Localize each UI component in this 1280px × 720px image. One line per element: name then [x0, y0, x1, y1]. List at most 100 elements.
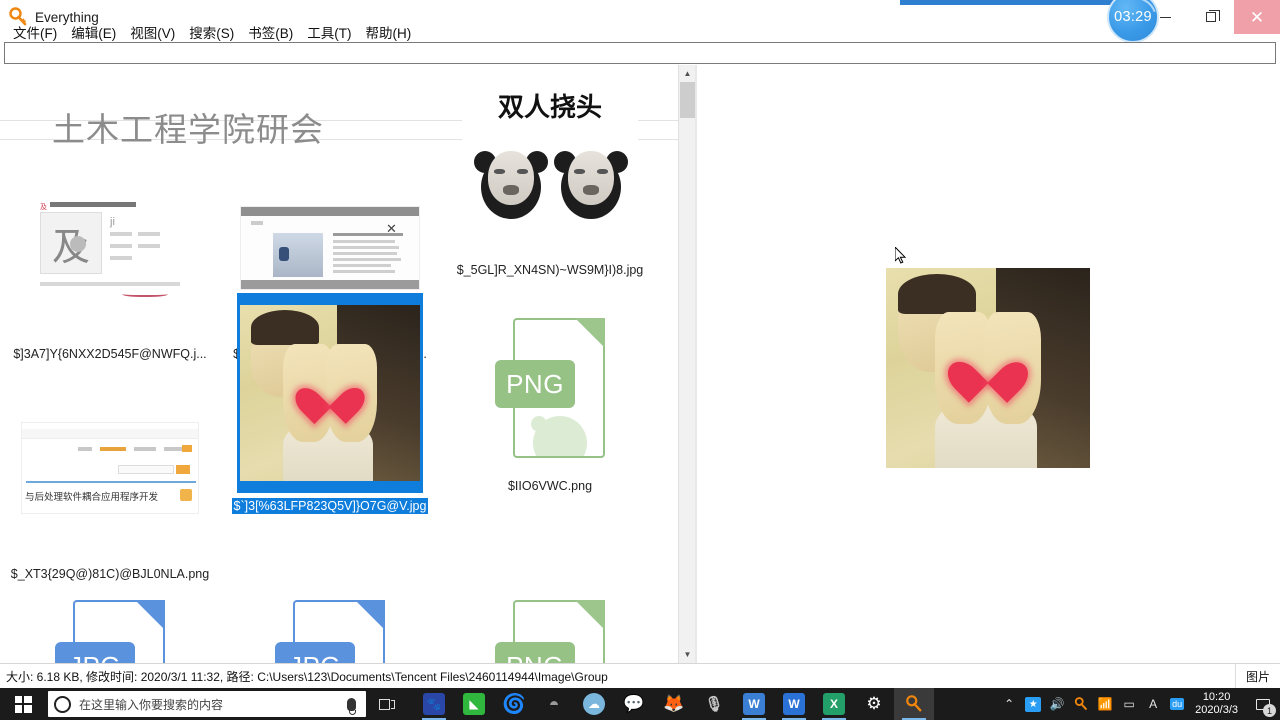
- baidu-ime-icon[interactable]: du: [1165, 688, 1189, 720]
- panda-face-right: [554, 145, 628, 225]
- file-name[interactable]: $_5GL]R_XN4SN)~WS9M}I)8.jpg: [455, 262, 646, 278]
- file-name[interactable]: $IIO6VWC.png: [506, 478, 594, 494]
- taskbar-search-placeholder: 在这里输入你要搜索的内容: [79, 697, 224, 712]
- list-item[interactable]: JPG: [0, 585, 220, 663]
- thumbnail[interactable]: 及 及 ji: [17, 155, 203, 341]
- close-button[interactable]: ✕: [1234, 0, 1280, 34]
- start-button[interactable]: [0, 688, 46, 720]
- magnifier-key-icon: [903, 693, 925, 715]
- thumbnail[interactable]: [237, 293, 423, 493]
- menu-tools[interactable]: 工具(T): [300, 20, 358, 44]
- thumbnail[interactable]: PNG: [457, 303, 643, 473]
- network-icon[interactable]: 📶: [1093, 688, 1117, 720]
- microphone-icon[interactable]: [347, 697, 356, 715]
- cloud-icon: ☁: [583, 693, 605, 715]
- task-view-button[interactable]: [366, 688, 408, 720]
- thumbnail[interactable]: PNG: [457, 585, 643, 663]
- webpage-screenshot: ✕: [240, 206, 420, 290]
- menu-bookmarks[interactable]: 书签(B): [241, 20, 300, 44]
- notification-count: 1: [1263, 704, 1276, 717]
- taskbar-app-wps-spreadsheet[interactable]: X: [814, 688, 854, 720]
- taskbar-app-green[interactable]: ◣: [454, 688, 494, 720]
- taskbar-app-baidu-netdisk[interactable]: 🐾: [414, 688, 454, 720]
- thumbnail[interactable]: JPG: [17, 585, 203, 663]
- list-item[interactable]: 及 及 ji: [0, 155, 220, 367]
- taskbar-app-everything[interactable]: [894, 688, 934, 720]
- list-item[interactable]: 与后处理软件耦合应用程序开发 $_XT3{29Q@)81C)@BJL0NLA.p…: [0, 375, 220, 587]
- cortana-icon: [54, 695, 71, 713]
- list-item[interactable]: PNG $IIO6VWC.png: [440, 303, 660, 499]
- blue-accent-strip: [900, 0, 1118, 5]
- taskbar-clock[interactable]: 10:20 2020/3/3: [1189, 691, 1248, 717]
- list-item[interactable]: PNG: [440, 585, 660, 663]
- taskbar-app-sphere[interactable]: ◓: [534, 688, 574, 720]
- thumbnail[interactable]: 与后处理软件耦合应用程序开发: [17, 375, 203, 561]
- battery-icon[interactable]: ▭: [1117, 688, 1141, 720]
- filetype-badge: PNG: [495, 360, 575, 408]
- taskbar-app-icons: 🐾 ◣ 🌀 ◓ ☁ 💬 🦊 🎙 W W X ⚙: [414, 688, 934, 720]
- menu-file[interactable]: 文件(F): [6, 20, 64, 44]
- results-scrollbar[interactable]: ▲ ▼: [678, 65, 696, 663]
- everything-window: Everything 03:29 ✕ 文件(F) 编辑(E) 视图(V) 搜索(…: [0, 0, 1280, 720]
- png-file-icon: PNG: [495, 600, 605, 663]
- preview-image: [886, 268, 1090, 468]
- show-hidden-icons-button[interactable]: ⌃: [997, 688, 1021, 720]
- scroll-down-arrow-icon[interactable]: ▼: [679, 646, 696, 663]
- blue-star-icon[interactable]: ★: [1021, 688, 1045, 720]
- panda-face-left: [474, 145, 548, 225]
- taskbar-app-settings[interactable]: ⚙: [854, 688, 894, 720]
- maximize-button[interactable]: [1188, 0, 1234, 34]
- file-name[interactable]: $_XT3{29Q@)81C)@BJL0NLA.png: [9, 566, 211, 582]
- menu-bar: 文件(F) 编辑(E) 视图(V) 搜索(S) 书签(B) 工具(T) 帮助(H…: [0, 20, 418, 44]
- menu-edit[interactable]: 编辑(E): [64, 20, 123, 44]
- scroll-up-arrow-icon[interactable]: ▲: [679, 65, 696, 82]
- windows-logo-icon: [14, 695, 32, 713]
- volume-icon[interactable]: 🔊: [1045, 688, 1069, 720]
- taskbar-app-wechat[interactable]: 💬: [614, 688, 654, 720]
- thumbnail[interactable]: 双人挠头: [457, 79, 643, 257]
- menu-view[interactable]: 视图(V): [123, 20, 182, 44]
- mouse-cursor-icon: [894, 245, 907, 265]
- content-area: 土木工程学院研会 及 及 ji: [0, 65, 1280, 663]
- results-pane[interactable]: 土木工程学院研会 及 及 ji: [0, 65, 678, 663]
- taskbar-app-microphone[interactable]: 🎙: [694, 688, 734, 720]
- taskbar-app-wps-writer[interactable]: W: [734, 688, 774, 720]
- menu-help[interactable]: 帮助(H): [359, 20, 419, 44]
- taskbar-app-firefox[interactable]: 🦊: [654, 688, 694, 720]
- file-name[interactable]: $]3A7]Y{6NXX2D545F@NWFQ.j...: [11, 346, 208, 362]
- sphere-icon: ◓: [548, 693, 560, 714]
- dictionary-screenshot: 及 及 ji: [22, 198, 198, 298]
- meme-image: 双人挠头: [462, 83, 638, 253]
- sogou-icon: 🌀: [502, 694, 526, 715]
- file-name[interactable]: $`]3[%63LFP823Q5V]}O7G@V.jpg: [231, 498, 429, 514]
- microphone-app-icon: 🎙: [704, 696, 724, 713]
- thumbnail[interactable]: JPG: [237, 585, 423, 663]
- heart-photo-thumbnail: [240, 305, 420, 481]
- gear-icon: ⚙: [866, 694, 882, 713]
- list-item[interactable]: $`]3[%63LFP823Q5V]}O7G@V.jpg: [220, 293, 440, 519]
- taskbar-app-cloud[interactable]: ☁: [574, 688, 614, 720]
- task-view-icon: [379, 698, 390, 710]
- scrollbar-thumb[interactable]: [680, 82, 695, 118]
- clock-time: 10:20: [1202, 691, 1231, 703]
- system-tray: ⌃ ★ 🔊 📶 ▭ A du 10:20 2020/3/3 1: [997, 688, 1280, 720]
- taskbar-app-sogou[interactable]: 🌀: [494, 688, 534, 720]
- menu-search[interactable]: 搜索(S): [182, 20, 241, 44]
- search-input[interactable]: [4, 42, 1276, 64]
- filetype-badge: JPG: [55, 642, 135, 663]
- heart-shape-icon: [307, 372, 354, 414]
- minimize-button[interactable]: [1142, 0, 1188, 34]
- taskbar-search-box[interactable]: 在这里输入你要搜索的内容: [48, 691, 366, 717]
- wps-spreadsheet-icon: X: [823, 693, 845, 715]
- preview-pane[interactable]: [697, 65, 1280, 663]
- list-item[interactable]: 双人挠头 $_5GL]R_XN4SN)~WS9M}I)8.jpg: [440, 79, 660, 283]
- paw-icon: 🐾: [423, 693, 445, 715]
- clock-date: 2020/3/3: [1195, 704, 1238, 716]
- action-center-button[interactable]: 1: [1248, 688, 1278, 720]
- meme-title: 双人挠头: [497, 93, 602, 123]
- everything-tray-icon[interactable]: [1069, 688, 1093, 720]
- taskbar-app-wps-word[interactable]: W: [774, 688, 814, 720]
- ime-a-icon[interactable]: A: [1141, 688, 1165, 720]
- status-detail-text: 大小: 6.18 KB, 修改时间: 2020/3/1 11:32, 路径: C…: [6, 669, 608, 684]
- list-item[interactable]: JPG: [220, 585, 440, 663]
